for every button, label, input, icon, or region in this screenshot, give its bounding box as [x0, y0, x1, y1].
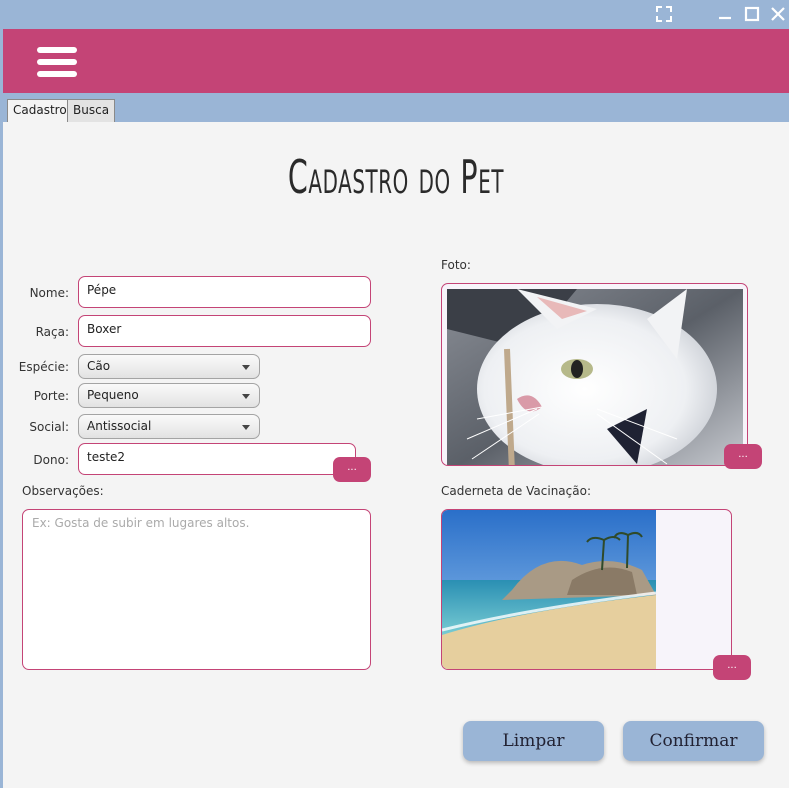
dono-input[interactable]: teste2 — [78, 443, 356, 475]
especie-select[interactable]: Cão — [78, 354, 260, 379]
foto-label: Foto: — [441, 258, 471, 272]
raca-label: Raça: — [35, 325, 69, 339]
porte-value: Pequeno — [87, 388, 139, 402]
porte-label: Porte: — [33, 389, 69, 403]
tab-cadastro[interactable]: Cadastro — [7, 99, 73, 123]
social-select[interactable]: Antissocial — [78, 414, 260, 439]
select-vaccination-button[interactable]: ... — [713, 655, 751, 680]
app-header — [3, 29, 789, 93]
chevron-down-icon — [242, 394, 250, 399]
tab-bar: Cadastro Busca — [3, 93, 789, 123]
vaccination-card-image — [442, 510, 656, 669]
maximize-icon[interactable] — [742, 4, 762, 24]
window-titlebar — [0, 0, 789, 29]
clear-button[interactable]: Limpar — [463, 721, 604, 761]
social-label: Social: — [29, 420, 69, 434]
especie-value: Cão — [87, 359, 111, 373]
chevron-down-icon — [242, 365, 250, 370]
vaccination-card-frame — [441, 509, 732, 670]
nome-input[interactable]: Pépe — [78, 276, 371, 308]
fullscreen-icon[interactable] — [654, 4, 674, 24]
select-owner-button[interactable]: ... — [333, 457, 371, 482]
confirm-button[interactable]: Confirmar — [623, 721, 764, 761]
pet-photo-image — [447, 289, 743, 465]
nome-label: Nome: — [29, 286, 69, 300]
select-photo-button[interactable]: ... — [724, 444, 762, 469]
hamburger-menu-icon[interactable] — [37, 47, 77, 77]
observacoes-label: Observações: — [22, 484, 104, 498]
minimize-icon[interactable] — [715, 4, 735, 24]
especie-label: Espécie: — [18, 360, 69, 374]
dono-label: Dono: — [33, 453, 69, 467]
raca-input[interactable]: Boxer — [78, 315, 371, 347]
pet-photo-frame — [441, 283, 748, 466]
observacoes-textarea[interactable]: Ex: Gosta de subir em lugares altos. — [22, 509, 371, 670]
close-icon[interactable] — [768, 4, 788, 24]
page-title: Cadastro do Pet — [287, 150, 505, 204]
chevron-down-icon — [242, 425, 250, 430]
social-value: Antissocial — [87, 419, 152, 433]
caderneta-label: Caderneta de Vacinação: — [441, 484, 591, 498]
form-panel: Cadastro do Pet Nome: Pépe Raça: Boxer E… — [3, 122, 789, 788]
porte-select[interactable]: Pequeno — [78, 383, 260, 408]
tab-busca[interactable]: Busca — [67, 99, 116, 122]
